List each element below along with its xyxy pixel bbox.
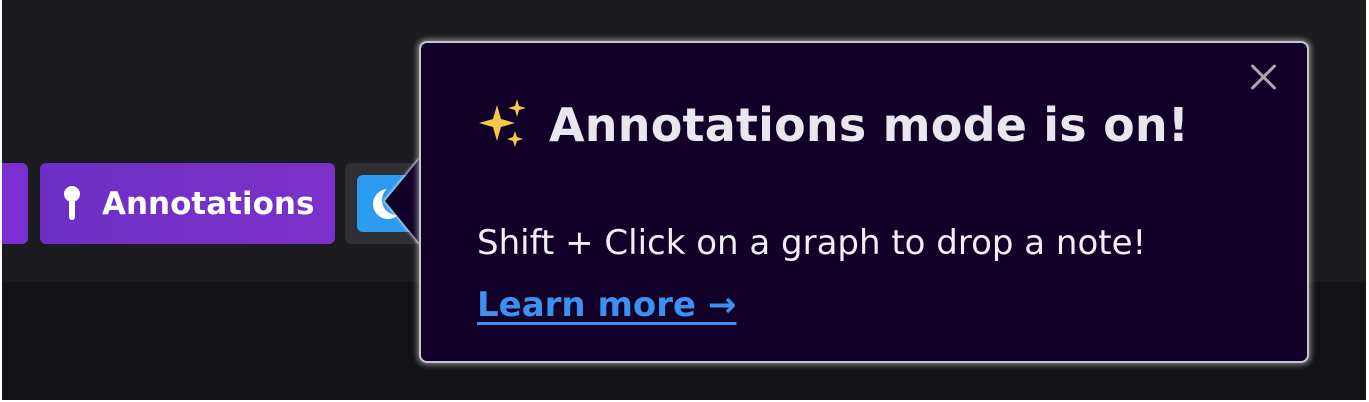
popover-body-text: Shift + Click on a graph to drop a note! — [477, 223, 1147, 263]
app-frame: Annotations Annotations mode is on! Shif… — [2, 0, 1366, 400]
previous-toolbar-button[interactable] — [2, 163, 28, 244]
sparkles-icon — [475, 97, 531, 153]
pin-icon — [62, 184, 82, 224]
popover-title: Annotations mode is on! — [475, 97, 1189, 153]
annotations-button-label: Annotations — [102, 185, 315, 222]
popover-title-text: Annotations mode is on! — [549, 98, 1189, 152]
annotations-button[interactable]: Annotations — [40, 163, 335, 244]
popover-arrow — [385, 157, 421, 245]
annotations-popover: Annotations mode is on! Shift + Click on… — [419, 41, 1309, 363]
learn-more-link[interactable]: Learn more → — [477, 285, 736, 325]
close-icon[interactable] — [1247, 61, 1279, 93]
